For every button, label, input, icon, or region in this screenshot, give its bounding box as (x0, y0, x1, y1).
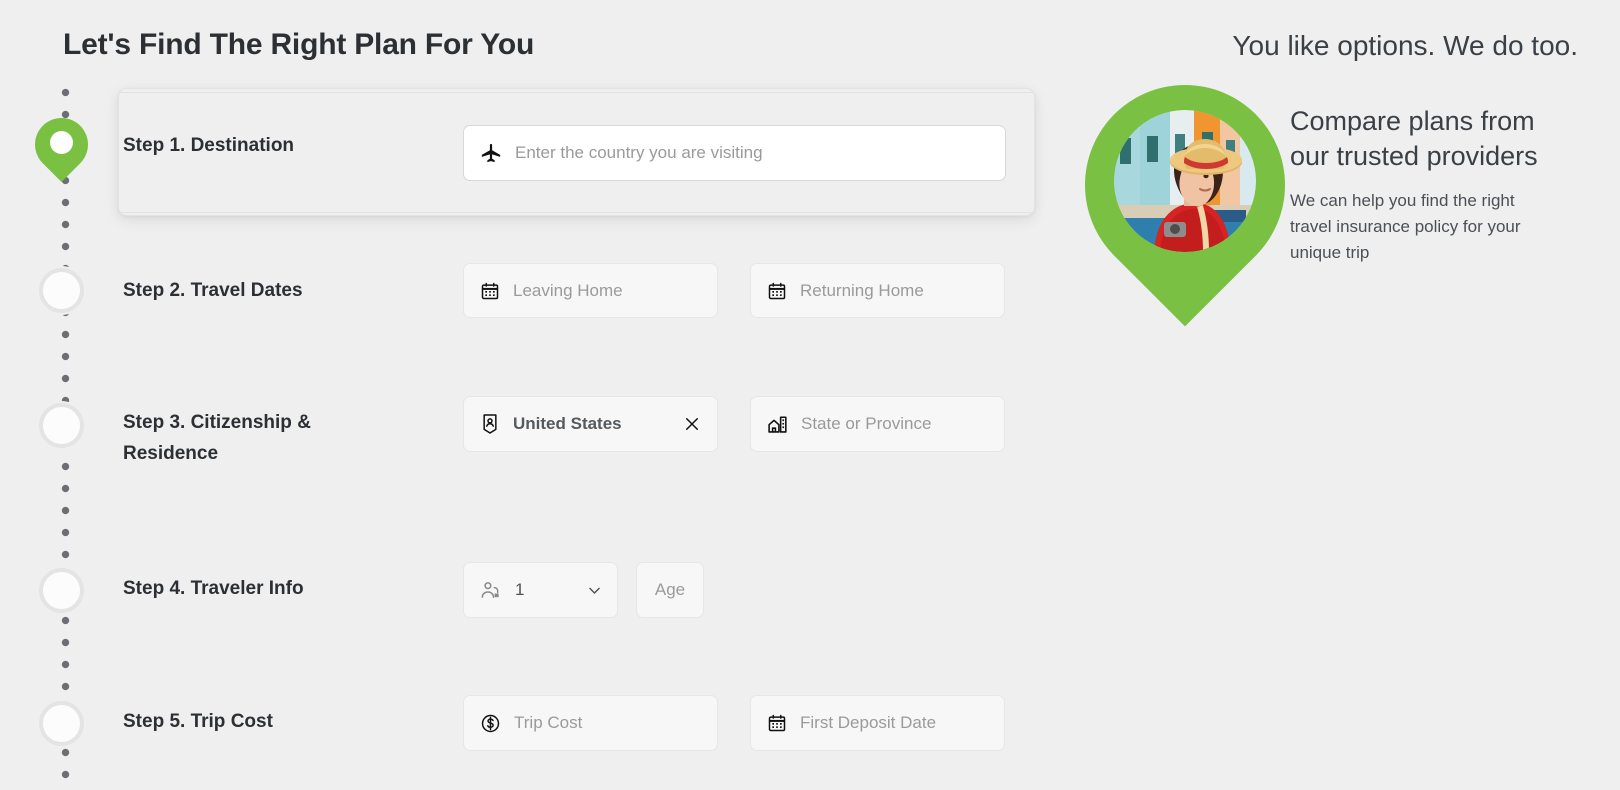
step-marker-destination[interactable] (24, 107, 99, 190)
form-column: Let's Find The Right Plan For You Step 1… (0, 0, 1080, 790)
leaving-home-placeholder: Leaving Home (513, 280, 623, 300)
card-divider-bottom (120, 212, 1033, 213)
circle-icon (39, 403, 84, 448)
step-marker-traveler-info[interactable] (39, 568, 84, 613)
step-label-citizenship: Step 3. Citizenship & Residence (123, 412, 311, 464)
calendar-icon (480, 281, 500, 301)
returning-home-placeholder: Returning Home (800, 280, 924, 300)
circle-icon (39, 701, 84, 746)
circle-icon (39, 268, 84, 313)
returning-home-date-input[interactable]: Returning Home (750, 263, 1005, 318)
state-or-province-placeholder: State or Province (801, 414, 932, 433)
citizenship-country-value: United States (513, 414, 622, 433)
step-label-travel-dates: Step 2. Travel Dates (123, 280, 303, 301)
circle-icon (39, 568, 84, 613)
promo-tagline: You like options. We do too. (1232, 30, 1578, 61)
step-label-trip-cost: Step 5. Trip Cost (123, 711, 273, 732)
trip-cost-input[interactable]: Trip Cost (463, 695, 718, 751)
step-marker-citizenship[interactable] (39, 403, 84, 448)
first-deposit-date-input[interactable]: First Deposit Date (750, 695, 1005, 751)
traveler-count-select[interactable]: 1 (463, 562, 618, 618)
leaving-home-date-input[interactable]: Leaving Home (463, 263, 718, 318)
chevron-down-icon[interactable] (585, 581, 603, 599)
card-divider-top (120, 92, 1033, 93)
calendar-icon (767, 713, 787, 733)
step-label-destination: Step 1. Destination (123, 135, 295, 156)
step-marker-trip-cost[interactable] (39, 701, 84, 746)
traveler-age-input[interactable]: Age (636, 562, 704, 618)
traveler-count-value: 1 (515, 580, 525, 599)
promo-subtitle: We can help you find the right travel in… (1290, 191, 1521, 262)
destination-country-placeholder: Enter the country you are visiting (515, 143, 763, 162)
building-icon (767, 414, 788, 435)
calendar-icon (767, 281, 787, 301)
trip-cost-placeholder: Trip Cost (514, 713, 583, 732)
dollar-circle-icon (480, 713, 501, 734)
citizenship-country-input[interactable]: United States (463, 396, 718, 452)
page-title: Let's Find The Right Plan For You (63, 28, 535, 61)
state-or-province-input[interactable]: State or Province (750, 396, 1005, 452)
clear-citizenship-icon[interactable] (679, 411, 705, 437)
travelers-icon (480, 580, 502, 600)
promo-title: Compare plans from our trusted providers (1290, 106, 1538, 171)
step-marker-travel-dates[interactable] (39, 268, 84, 313)
step-label-traveler-info: Step 4. Traveler Info (123, 578, 304, 599)
quote-form-page: Let's Find The Right Plan For You Step 1… (0, 0, 1620, 790)
first-deposit-date-placeholder: First Deposit Date (800, 713, 937, 732)
traveler-photo (1114, 110, 1256, 252)
airplane-icon (480, 142, 502, 164)
promo-map-pin (1043, 43, 1327, 385)
map-pin-hole (50, 131, 73, 154)
step-progress-rail (24, 88, 99, 788)
destination-country-input[interactable]: Enter the country you are visiting (463, 125, 1006, 181)
traveler-age-placeholder: Age (654, 580, 686, 599)
promo-text-block: Compare plans from our trusted providers… (1290, 104, 1550, 266)
passport-badge-icon (480, 413, 500, 435)
promo-column: You like options. We do too. Compare pla… (1043, 0, 1620, 790)
